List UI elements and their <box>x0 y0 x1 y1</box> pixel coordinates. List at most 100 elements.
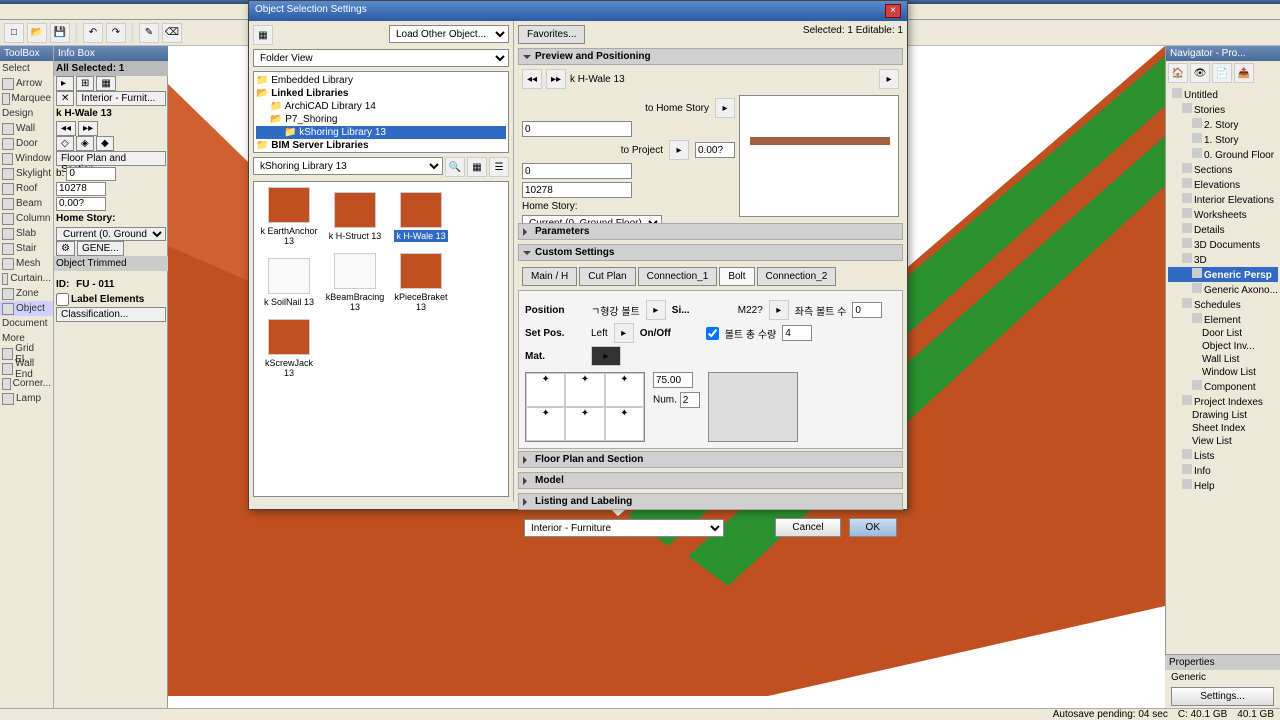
open-icon[interactable]: 📂 <box>27 23 47 43</box>
geo-method-btn[interactable]: ⊞ <box>76 76 94 91</box>
lib-builtin[interactable]: 📁 Built-in Libraries <box>256 152 506 153</box>
tree-indexes[interactable]: Project Indexes <box>1168 394 1278 409</box>
nav-view-icon[interactable]: 👁 <box>1190 63 1210 83</box>
lib-bim[interactable]: 📁 BIM Server Libraries <box>256 139 506 152</box>
lib-embedded[interactable]: 📁 Embedded Library <box>256 74 506 87</box>
setpos-select-icon[interactable]: ▸ <box>614 323 634 343</box>
preview-section-bar[interactable]: Preview and Positioning <box>518 48 903 65</box>
library-tree[interactable]: 📁 Embedded Library 📂 Linked Libraries 📁 … <box>253 71 509 153</box>
tool-arrow[interactable]: Arrow <box>0 76 53 91</box>
length-input[interactable] <box>56 182 106 196</box>
ok-button[interactable]: OK <box>849 518 897 537</box>
view-mode-icon[interactable]: ▦ <box>253 25 273 45</box>
tree-help[interactable]: Help <box>1168 478 1278 493</box>
redo-icon[interactable]: ↷ <box>106 23 126 43</box>
tree-schedules[interactable]: Schedules <box>1168 297 1278 312</box>
dlg-layer-select[interactable]: Interior - Furniture <box>524 519 724 537</box>
gdl-icon[interactable]: ⚙ <box>56 241 75 256</box>
elev1-input[interactable] <box>522 121 632 137</box>
tree-view[interactable]: View List <box>1168 435 1278 448</box>
onoff-check[interactable] <box>706 327 719 340</box>
lib-p7[interactable]: 📂 P7_Shoring <box>256 113 506 126</box>
view-list-icon[interactable]: ☰ <box>489 157 509 177</box>
obj-beambracing[interactable]: kBeamBracing 13 <box>324 252 386 314</box>
tool-mesh[interactable]: Mesh <box>0 256 53 271</box>
material-select[interactable]: ▸ <box>591 346 621 366</box>
prev-obj-icon[interactable]: ◂◂ <box>56 121 76 136</box>
tool-corner[interactable]: Corner... <box>0 376 53 391</box>
current-folder-select[interactable]: kShoring Library 13 <box>253 157 443 175</box>
find-icon[interactable]: 🔍 <box>445 157 465 177</box>
tree-3ddocs[interactable]: 3D Documents <box>1168 237 1278 252</box>
obj-piecebraket[interactable]: kPieceBraket 13 <box>390 252 452 314</box>
lib-archicad[interactable]: 📁 ArchiCAD Library 14 <box>256 100 506 113</box>
tool-column[interactable]: Column <box>0 211 53 226</box>
tree-info[interactable]: Info <box>1168 463 1278 478</box>
tool-slab[interactable]: Slab <box>0 226 53 241</box>
b-input[interactable] <box>66 167 116 181</box>
construct-btn[interactable]: ▦ <box>96 76 115 91</box>
obj-hstruct[interactable]: k H-Struct 13 <box>324 186 386 248</box>
anchor3-icon[interactable]: ◆ <box>96 136 114 151</box>
tool-marquee[interactable]: Marquee <box>0 91 53 106</box>
tool-roof[interactable]: Roof <box>0 181 53 196</box>
lib-linked[interactable]: 📂 Linked Libraries <box>256 87 506 100</box>
tab-main[interactable]: Main / H <box>522 267 577 286</box>
tab-cut[interactable]: Cut Plan <box>579 267 635 286</box>
tab-bolt[interactable]: Bolt <box>719 267 754 286</box>
side-input[interactable] <box>852 302 882 318</box>
undo-icon[interactable]: ↶ <box>83 23 103 43</box>
folder-view-select[interactable]: Folder View <box>253 49 509 67</box>
num-input[interactable] <box>680 392 700 408</box>
lib-kshoring[interactable]: 📁 kShoring Library 13 <box>256 126 506 139</box>
elev2-input[interactable] <box>522 163 632 179</box>
anchor2-icon[interactable]: ◈ <box>76 136 94 151</box>
next-obj-icon[interactable]: ▸▸ <box>78 121 98 136</box>
obj-soilnail[interactable]: k SoilNail 13 <box>258 252 320 314</box>
tool-window[interactable]: Window <box>0 151 53 166</box>
tool-door[interactable]: Door <box>0 136 53 151</box>
angle-input[interactable] <box>56 197 106 211</box>
tool-wall[interactable]: Wall <box>0 121 53 136</box>
gene-button[interactable]: GENE... <box>77 241 124 256</box>
tree-story0[interactable]: 0. Ground Floor <box>1168 147 1278 162</box>
tree-door[interactable]: Door List <box>1168 327 1278 340</box>
tree-details[interactable]: Details <box>1168 222 1278 237</box>
tree-lists[interactable]: Lists <box>1168 448 1278 463</box>
tree-element[interactable]: Element <box>1168 312 1278 327</box>
prev-object-icon[interactable]: ◂◂ <box>522 69 542 89</box>
eraser-icon[interactable]: ⌫ <box>162 23 182 43</box>
tree-story1[interactable]: 1. Story <box>1168 132 1278 147</box>
tree-generic-axo[interactable]: Generic Axono... <box>1168 282 1278 297</box>
to-home-icon[interactable]: ▸ <box>715 98 735 118</box>
fps-button[interactable]: Floor Plan and Section... <box>56 151 166 166</box>
obj-earthanchor[interactable]: k EarthAnchor 13 <box>258 186 320 248</box>
tree-sheet[interactable]: Sheet Index <box>1168 422 1278 435</box>
nav-project-icon[interactable]: 🏠 <box>1168 63 1188 83</box>
tree-objinv[interactable]: Object Inv... <box>1168 340 1278 353</box>
bolt-pattern-grid[interactable]: ✦✦✦ ✦✦✦ <box>525 372 645 442</box>
tree-interior[interactable]: Interior Elevations <box>1168 192 1278 207</box>
load-other-select[interactable]: Load Other Object... <box>389 25 509 43</box>
elev3-input[interactable] <box>695 142 735 158</box>
si-select-icon[interactable]: ▸ <box>769 300 789 320</box>
tree-3d[interactable]: 3D <box>1168 252 1278 267</box>
layer-icon[interactable]: ✕ <box>56 91 74 106</box>
tree-worksheets[interactable]: Worksheets <box>1168 207 1278 222</box>
tree-stories[interactable]: Stories <box>1168 102 1278 117</box>
nav-layout-icon[interactable]: 📄 <box>1212 63 1232 83</box>
custom-section-bar[interactable]: Custom Settings <box>518 244 903 261</box>
tree-project[interactable]: Untitled <box>1168 87 1278 102</box>
tool-curtain[interactable]: Curtain... <box>0 271 53 286</box>
listing-section-bar[interactable]: Listing and Labeling <box>518 493 903 510</box>
cancel-button[interactable]: Cancel <box>775 518 840 537</box>
tree-elevations[interactable]: Elevations <box>1168 177 1278 192</box>
tree-component[interactable]: Component <box>1168 379 1278 394</box>
anchor1-icon[interactable]: ◇ <box>56 136 74 151</box>
label-elements-check[interactable] <box>56 293 69 306</box>
next-object-icon[interactable]: ▸▸ <box>546 69 566 89</box>
settings-button[interactable]: Settings... <box>1171 687 1274 706</box>
id-input[interactable] <box>522 182 632 198</box>
close-icon[interactable]: × <box>885 4 901 18</box>
to-project-icon[interactable]: ▸ <box>669 140 689 160</box>
